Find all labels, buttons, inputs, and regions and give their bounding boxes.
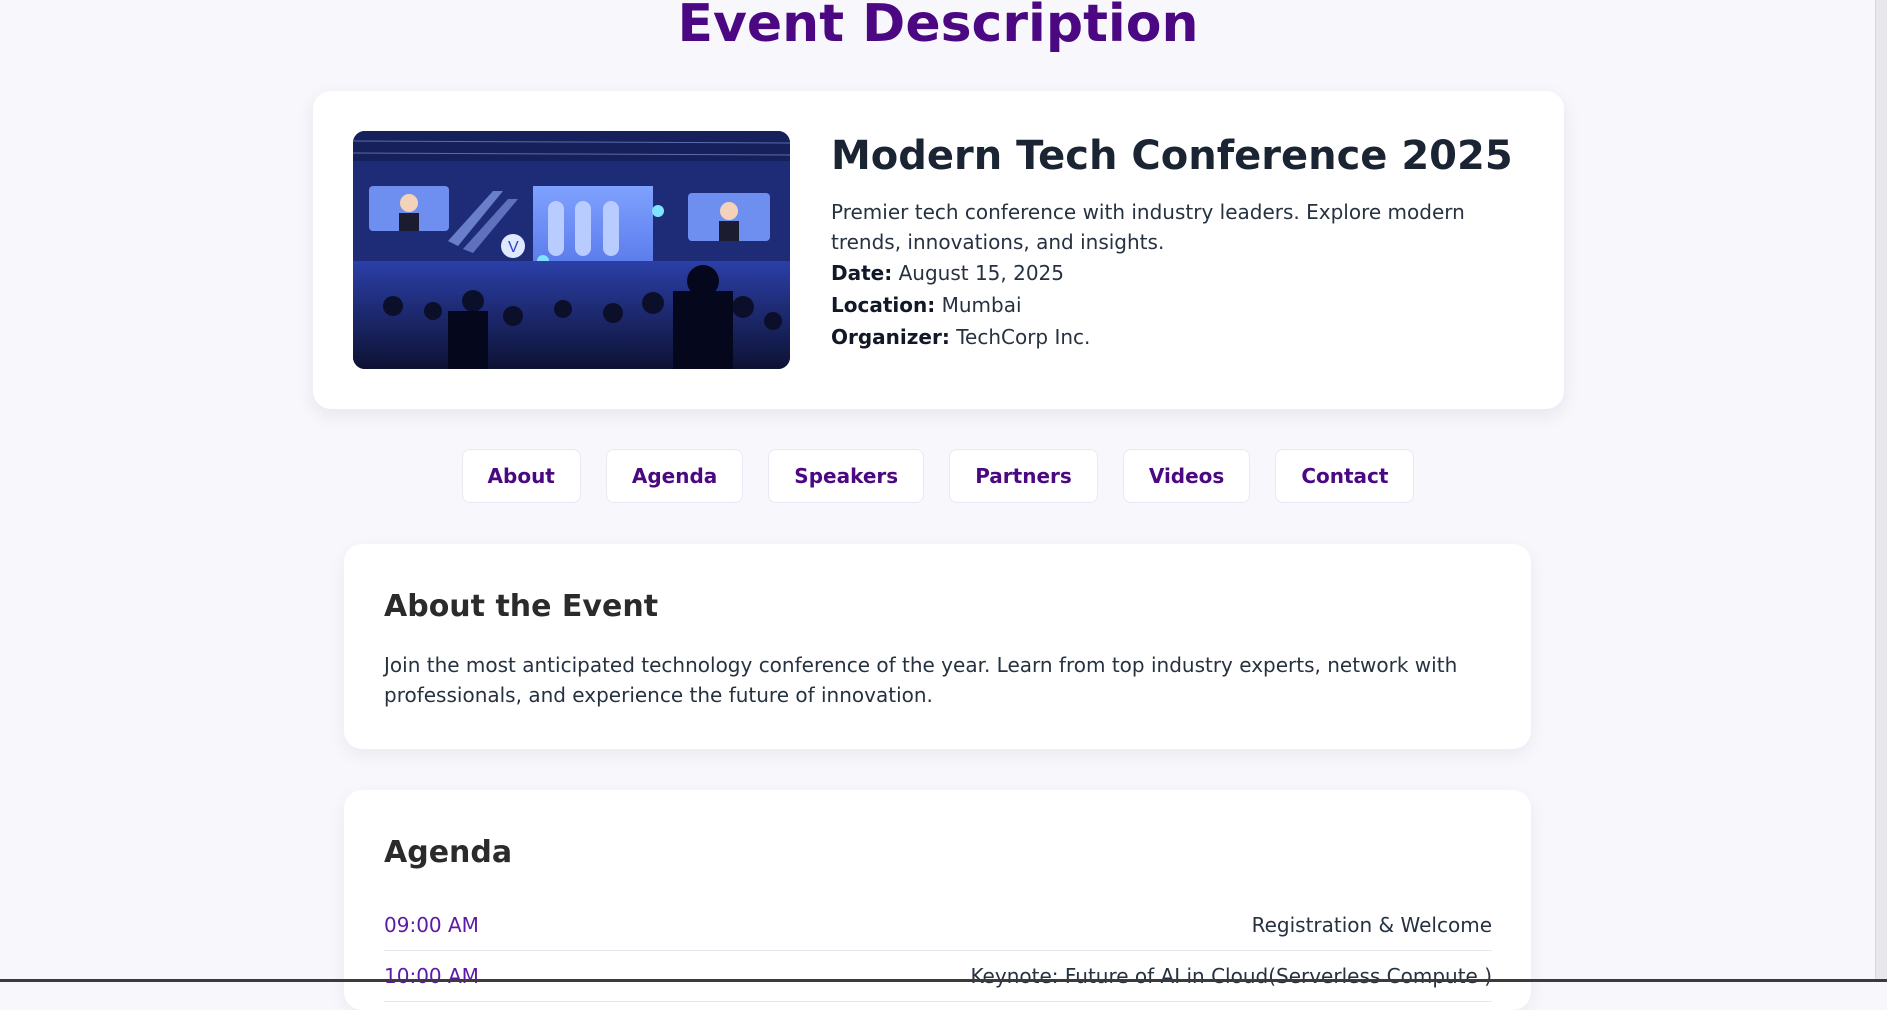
tab-contact[interactable]: Contact (1275, 449, 1415, 503)
event-name: Modern Tech Conference 2025 (831, 133, 1513, 179)
agenda-title: Agenda (384, 835, 513, 870)
organizer-value: TechCorp Inc. (956, 325, 1091, 349)
agenda-list: 09:00 AM Registration & Welcome 10:00 AM… (384, 900, 1492, 1002)
agenda-topic: Registration & Welcome (1251, 913, 1492, 937)
about-title: About the Event (384, 589, 659, 624)
about-text: Join the most anticipated technology con… (384, 653, 1458, 707)
event-organizer: Organizer: TechCorp Inc. (831, 321, 1521, 353)
event-summary: Premier tech conference with industry le… (831, 200, 1465, 254)
scrollbar[interactable] (1875, 0, 1887, 982)
tab-agenda[interactable]: Agenda (605, 449, 744, 503)
tab-about[interactable]: About (461, 449, 581, 503)
tab-partners[interactable]: Partners (949, 449, 1098, 503)
event-image: V (353, 131, 790, 369)
agenda-item: 10:00 AM Keynote: Future of AI in Cloud(… (384, 951, 1492, 1002)
agenda-time: 10:00 AM (384, 964, 479, 988)
svg-text:V: V (508, 239, 519, 256)
agenda-section: Agenda 09:00 AM Registration & Welcome 1… (344, 790, 1531, 1010)
tab-videos[interactable]: Videos (1122, 449, 1251, 503)
section-tabs: About Agenda Speakers Partners Videos Co… (0, 449, 1876, 503)
event-location: Location: Mumbai (831, 289, 1521, 321)
page-title: Event Description (677, 0, 1199, 54)
date-value: August 15, 2025 (898, 261, 1065, 285)
agenda-topic: Keynote: Future of AI in Cloud(Serverles… (970, 964, 1492, 988)
date-label: Date: (831, 261, 893, 285)
tab-speakers[interactable]: Speakers (768, 449, 925, 503)
location-value: Mumbai (941, 293, 1022, 317)
about-section: About the Event Join the most anticipate… (344, 544, 1531, 749)
location-label: Location: (831, 293, 936, 317)
event-info: Modern Tech Conference 2025 Premier tech… (831, 133, 1521, 353)
agenda-item: 09:00 AM Registration & Welcome (384, 900, 1492, 951)
event-summary-card: V Modern Tech Conference 2025 Premier te… (313, 91, 1564, 409)
organizer-label: Organizer: (831, 325, 950, 349)
agenda-time: 09:00 AM (384, 913, 479, 937)
event-date: Date: August 15, 2025 (831, 257, 1521, 289)
